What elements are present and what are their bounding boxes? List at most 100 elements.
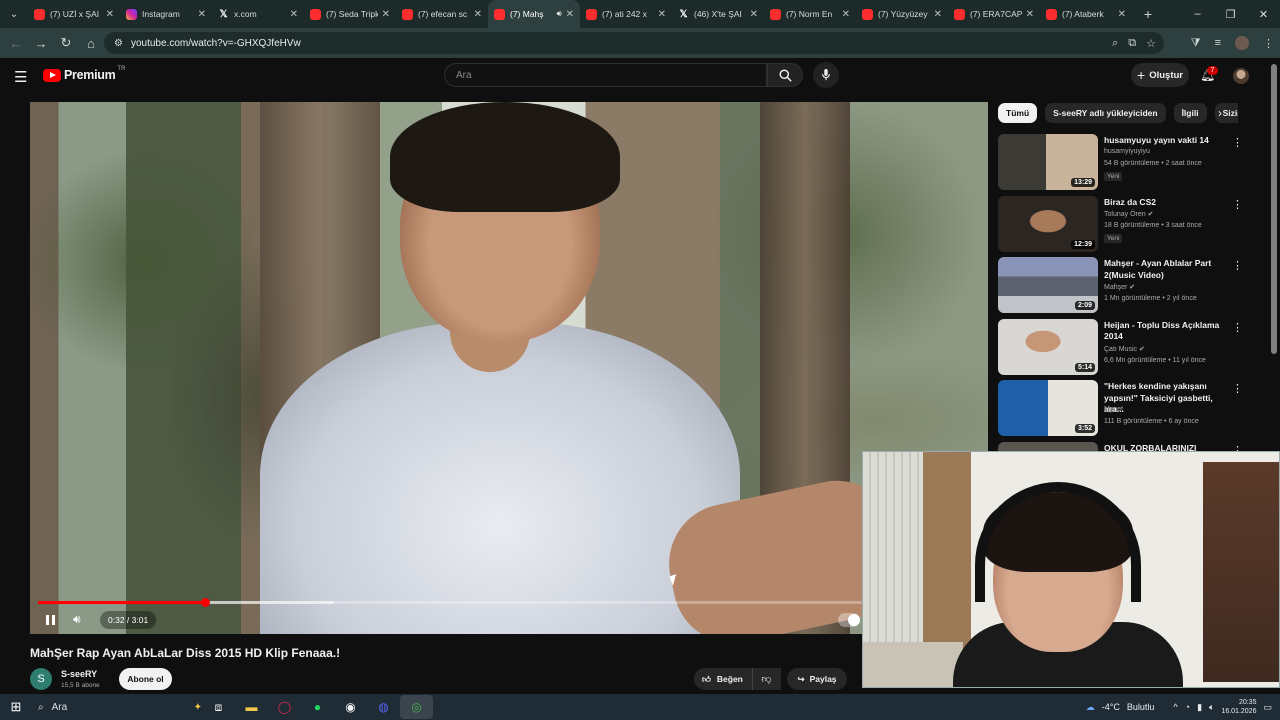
close-tab-icon[interactable]: ✕ [750,9,758,20]
reload-icon[interactable]: ↻ [54,31,78,55]
close-tab-icon[interactable]: ✕ [474,9,482,20]
video-thumbnail[interactable]: 12:39 [998,195,1098,252]
share-button[interactable]: ↪ Paylaş [787,668,847,690]
more-actions-icon[interactable]: ⋮ [1232,321,1243,334]
restore-icon[interactable]: ❐ [1214,0,1247,28]
tab-audio-icon[interactable]: 🔊︎ [557,9,562,19]
filter-chip[interactable]: Tümü [998,103,1038,123]
video-thumbnail[interactable]: 13:29 [998,134,1098,190]
more-actions-icon[interactable]: ⋮ [1232,136,1243,149]
network-icon[interactable]: ◔ [1185,702,1190,712]
file-explorer-icon[interactable]: ▬ [235,695,268,719]
subscribe-button[interactable]: Abone ol [119,668,172,690]
close-tab-icon[interactable]: ✕ [198,9,206,20]
recommendation-title[interactable]: Biraz da CS2 [1104,197,1226,209]
filter-chip[interactable]: İlgili [1173,103,1207,123]
chrome-icon[interactable]: ◎ [400,695,433,719]
create-button[interactable]: + Oluştur [1131,63,1189,87]
video-thumbnail[interactable]: 2:09 [998,257,1098,313]
bookmark-star-icon[interactable]: ☆ [1146,37,1156,50]
browser-tab[interactable]: Instagram ✕ [120,0,212,28]
close-tab-icon[interactable]: ✕ [106,9,114,20]
search-input[interactable]: Ara [444,63,767,87]
recommendation-item[interactable]: 5:14 Heijan - Toplu Diss Açıklama 2014 Çat… [998,318,1246,375]
browser-menu-icon[interactable]: ⋮ [1263,37,1274,50]
chevron-up-icon[interactable]: ^ [1173,702,1177,712]
browser-tab[interactable]: (7) Yüzyüzey ✕ [856,0,948,28]
recommendation-item[interactable]: 13:29 husamyuyu yayın vakti 14 husamyiyuyi… [998,134,1246,190]
back-icon[interactable]: ← [4,31,28,55]
hamburger-menu-icon[interactable]: ☰ [14,68,27,86]
close-tab-icon[interactable]: ✕ [1026,9,1034,20]
extensions-icon[interactable]: ⧩ [1191,37,1201,50]
more-actions-icon[interactable]: ⋮ [1232,198,1243,211]
tab-search-dropdown-icon[interactable]: ⌄ [0,0,28,28]
media-controls-icon[interactable]: ≡ [1215,37,1221,49]
voice-search-button[interactable] [813,62,839,88]
weather-temp[interactable]: -4°C [1102,702,1120,712]
browser-tab[interactable]: (7) ERA7CAP ✕ [948,0,1040,28]
opera-icon[interactable]: ◯ [268,695,301,719]
close-window-icon[interactable]: ✕ [1247,0,1280,28]
notification-center-icon[interactable]: ▭ [1263,702,1272,713]
recommendation-channel[interactable]: Mahşer ✔ [1104,283,1135,291]
video-player[interactable]: 🔊︎ 0:32 / 3:01 [30,102,988,634]
recommendation-channel[interactable]: Mynet [1104,406,1123,413]
search-button[interactable] [767,63,803,87]
windows-start-icon[interactable]: ⊞ [0,699,32,715]
recommendation-item[interactable]: 2:09 Mahşer - Ayan Ablalar Part 2(Music V… [998,257,1246,313]
autoplay-toggle[interactable] [838,613,860,627]
close-tab-icon[interactable]: ✕ [842,9,850,20]
account-avatar[interactable] [1233,68,1249,84]
recommendation-channel[interactable]: Tolunay Ören ✔ [1104,210,1153,218]
chevron-right-icon[interactable]: › [1218,106,1222,120]
clock[interactable]: 20:35 16.01.2026 [1221,698,1256,716]
profile-avatar[interactable] [1235,36,1249,50]
close-tab-icon[interactable]: ✕ [1118,9,1126,20]
zoom-icon[interactable]: ⌕ [1112,37,1118,50]
browser-tab[interactable]: (7) ati 242 x ✕ [580,0,672,28]
new-tab-button[interactable]: + [1136,6,1160,22]
youtube-premium-logo[interactable]: Premium TR [43,66,125,82]
forward-icon[interactable]: → [29,31,53,55]
recommendation-channel[interactable]: Çatı Music ✔ [1104,345,1145,353]
more-actions-icon[interactable]: ⋮ [1232,259,1243,272]
close-tab-icon[interactable]: ✕ [658,9,666,20]
task-view-icon[interactable]: ⧈ [202,695,235,719]
site-info-icon[interactable]: ⚙ [114,38,123,49]
more-actions-icon[interactable]: ⋮ [1232,382,1243,395]
browser-tab[interactable]: 𝕏 (46) X'te ŞAI ✕ [672,0,764,28]
browser-tab[interactable]: (7) efecan sc ✕ [396,0,488,28]
recommendation-item[interactable]: 12:39 Biraz da CS2 Tolunay Ören ✔ 18 B görü… [998,195,1246,252]
browser-tab[interactable]: (7) Seda Tripk ✕ [304,0,396,28]
page-scrollbar[interactable] [1271,64,1277,354]
close-tab-icon[interactable]: ✕ [566,9,574,20]
pause-button[interactable] [42,612,58,628]
taskbar-search[interactable]: ⌕ Ara ✦ [32,696,202,718]
browser-tab[interactable]: (7) Mahş 🔊︎ ✕ [488,0,580,28]
obs-icon[interactable]: ◉ [334,695,367,719]
microphone-tray-icon[interactable]: ▮ [1197,702,1202,713]
close-tab-icon[interactable]: ✕ [934,9,942,20]
volume-icon[interactable]: 🔊︎ [73,612,81,627]
dislike-button[interactable]: 👎︎ [752,668,780,690]
install-app-icon[interactable]: ⧉ [1128,37,1136,50]
channel-avatar[interactable]: S [30,668,52,690]
address-bar[interactable]: ⚙ youtube.com/watch?v=-GHXQJfeHVw ⌕ ⧉ ☆ [104,32,1164,54]
close-tab-icon[interactable]: ✕ [290,9,298,20]
speaker-icon[interactable]: 🔈︎ [1209,702,1214,713]
video-thumbnail[interactable]: 3:52 [998,380,1098,436]
browser-tab[interactable]: 𝕏x.com ✕ [212,0,304,28]
discord-icon[interactable]: ◍ [367,695,400,719]
browser-tab[interactable]: (7) Ataberk ✕ [1040,0,1132,28]
home-icon[interactable]: ⌂ [79,31,103,55]
filter-chip[interactable]: S-seeRY adlı yükleyiciden [1045,103,1166,123]
recommendation-channel[interactable]: husamyiyuyiyu [1104,148,1150,155]
minimize-icon[interactable]: – [1181,0,1214,28]
progress-scrubber-handle[interactable] [200,598,210,607]
close-tab-icon[interactable]: ✕ [382,9,390,20]
spotify-icon[interactable]: ● [301,695,334,719]
recommendation-item[interactable]: 3:52 "Herkes kendine yakışanı yapsın!" Ta… [998,380,1246,436]
browser-tab[interactable]: (7) UZİ x ŞAI ✕ [28,0,120,28]
channel-name[interactable]: S-seeRY [61,669,97,679]
